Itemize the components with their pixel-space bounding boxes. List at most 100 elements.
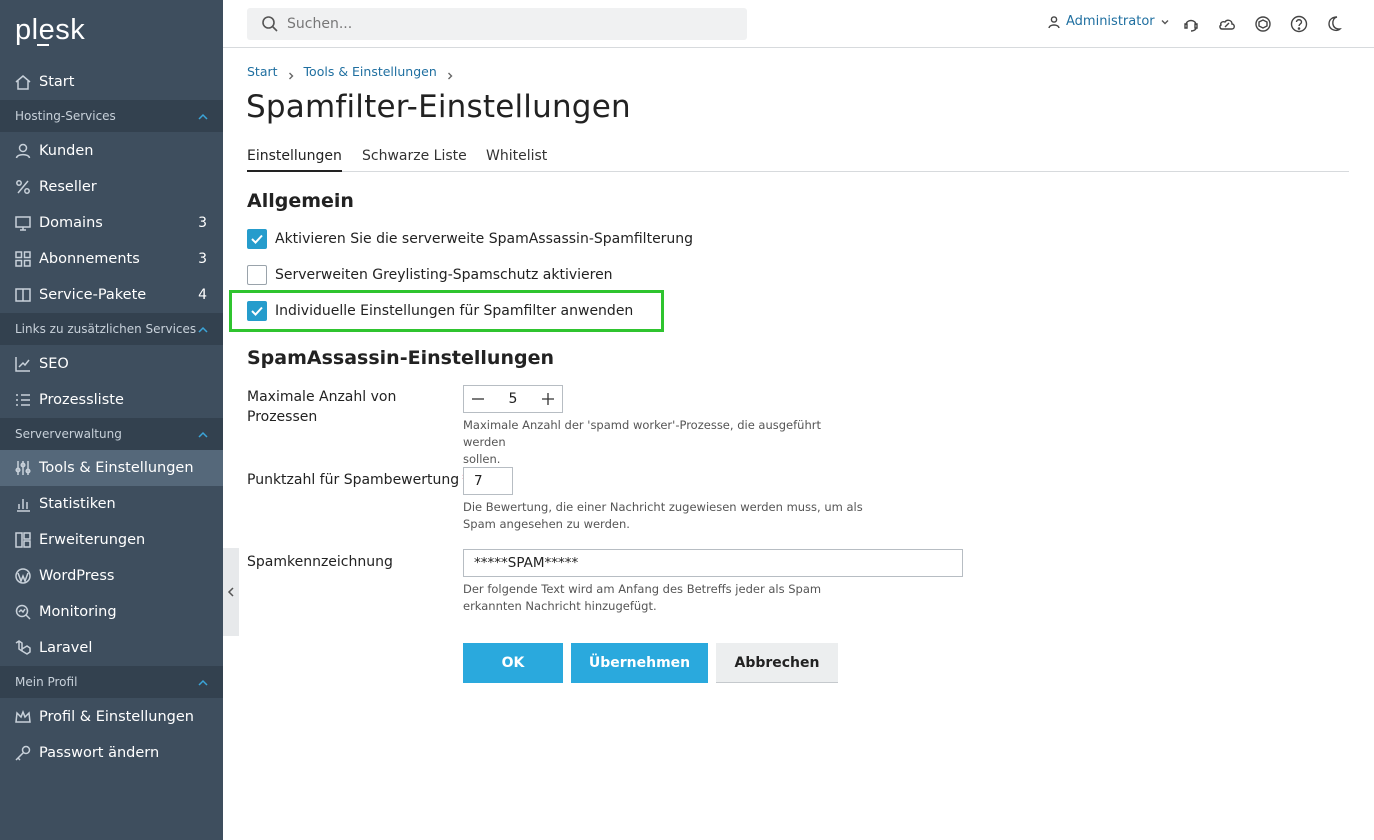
individual-settings-label: Individuelle Einstellungen für Spamfilte… [275, 303, 634, 319]
list-icon [14, 391, 32, 409]
hint-line: sollen. [463, 452, 501, 466]
breadcrumb: Start Tools & Einstellungen [247, 64, 463, 79]
sidebar-item-prozessliste[interactable]: Prozessliste [0, 382, 223, 418]
grid-icon [14, 250, 32, 268]
sidebar-item-abonnements[interactable]: Abonnements 3 [0, 241, 223, 277]
section-heading-spamassassin: SpamAssassin-Einstellungen [247, 347, 554, 369]
sidebar-item-laravel[interactable]: Laravel [0, 630, 223, 666]
chevron-up-icon [198, 677, 208, 687]
sidebar-item-label: Passwort ändern [39, 745, 160, 761]
spam-tag-input[interactable] [463, 549, 963, 577]
sidebar-item-domains[interactable]: Domains 3 [0, 205, 223, 241]
checkbox-row-individual[interactable]: Individuelle Einstellungen für Spamfilte… [247, 300, 633, 322]
sidebar-item-start[interactable]: Start [0, 64, 223, 100]
section-serververwaltung[interactable]: Serververwaltung [0, 418, 223, 450]
chevron-right-icon [287, 68, 295, 79]
hint-line: Die Bewertung, die einer Nachricht zugew… [463, 500, 863, 514]
sidebar-item-profil[interactable]: Profil & Einstellungen [0, 699, 223, 735]
cancel-button[interactable]: Abbrechen [716, 643, 838, 683]
max-processes-value[interactable]: 5 [492, 391, 534, 407]
sidebar-item-erweiterungen[interactable]: Erweiterungen [0, 522, 223, 558]
chevron-right-icon [446, 68, 454, 79]
sidebar-item-label: Erweiterungen [39, 532, 146, 548]
sidebar-item-label: Start [39, 74, 75, 90]
user-icon [1048, 15, 1060, 28]
score-input[interactable] [463, 467, 513, 495]
sidebar-item-service-pakete[interactable]: Service-Pakete 4 [0, 277, 223, 313]
checkbox-row-spamassassin[interactable]: Aktivieren Sie die serverweite SpamAssas… [247, 228, 693, 250]
decrement-button[interactable] [464, 386, 492, 412]
increment-button[interactable] [534, 386, 562, 412]
sidebar-item-label: Profil & Einstellungen [39, 709, 194, 725]
monitoring-icon [14, 603, 32, 621]
sidebar-item-kunden[interactable]: Kunden [0, 133, 223, 169]
section-links[interactable]: Links zu zusätzlichen Services [0, 313, 223, 345]
sidebar-item-label: Domains [39, 215, 103, 231]
dark-mode-icon[interactable] [1325, 14, 1345, 34]
percent-icon [14, 178, 32, 196]
max-processes-label: Maximale Anzahl von Prozessen [247, 387, 396, 427]
sidebar: plesk Start Hosting-Services Kunden Rese… [0, 0, 223, 840]
sliders-icon [14, 459, 32, 477]
laravel-icon [14, 639, 32, 657]
search-box[interactable] [247, 8, 747, 40]
sidebar-item-reseller[interactable]: Reseller [0, 169, 223, 205]
section-mein-profil[interactable]: Mein Profil [0, 666, 223, 698]
max-processes-hint: Maximale Anzahl der 'spamd worker'-Proze… [463, 417, 863, 468]
tab-schwarze-liste[interactable]: Schwarze Liste [362, 148, 467, 170]
home-icon [14, 73, 32, 91]
individual-settings-checkbox[interactable] [247, 301, 267, 321]
plus-icon [542, 393, 554, 405]
help-icon[interactable] [1289, 14, 1309, 34]
sidebar-item-label: Service-Pakete [39, 287, 147, 303]
greylisting-checkbox[interactable] [247, 265, 267, 285]
section-label: Hosting-Services [15, 109, 116, 123]
spam-tag-hint: Der folgende Text wird am Anfang des Bet… [463, 581, 863, 615]
max-processes-label-line: Prozessen [247, 409, 318, 425]
sidebar-item-seo[interactable]: SEO [0, 346, 223, 382]
hint-line: Der folgende Text wird am Anfang des Bet… [463, 582, 822, 596]
sidebar-item-label: Laravel [39, 640, 93, 656]
spam-tag-label: Spamkennzeichnung [247, 554, 393, 570]
user-icon [14, 142, 32, 160]
wordpress-icon [14, 567, 32, 585]
breadcrumb-start[interactable]: Start [247, 64, 278, 79]
sidebar-item-label: Monitoring [39, 604, 117, 620]
tab-whitelist[interactable]: Whitelist [486, 148, 547, 170]
domains-count: 3 [198, 215, 207, 231]
sidebar-item-label: SEO [39, 356, 69, 372]
check-icon [251, 234, 263, 244]
breadcrumb-tools[interactable]: Tools & Einstellungen [304, 64, 437, 79]
sidebar-item-label: Abonnements [39, 251, 140, 267]
sidebar-item-monitoring[interactable]: Monitoring [0, 594, 223, 630]
chevron-up-icon [198, 324, 208, 334]
extension-store-icon[interactable] [1253, 14, 1273, 34]
sidebar-item-tools-einstellungen[interactable]: Tools & Einstellungen [0, 450, 223, 486]
sidebar-item-passwort[interactable]: Passwort ändern [0, 735, 223, 771]
sidebar-collapse-toggle[interactable] [223, 548, 239, 636]
sidebar-item-statistiken[interactable]: Statistiken [0, 486, 223, 522]
cloud-icon[interactable] [1217, 14, 1237, 34]
user-name: Administrator [1066, 14, 1155, 29]
service-pakete-count: 4 [198, 287, 207, 303]
checkbox-row-greylisting[interactable]: Serverweiten Greylisting-Spamschutz akti… [247, 264, 613, 286]
minus-icon [472, 398, 484, 400]
search-input[interactable] [287, 16, 727, 32]
user-menu[interactable]: Administrator [1047, 14, 1174, 29]
search-icon [262, 16, 278, 32]
enable-spamassassin-label: Aktivieren Sie die serverweite SpamAssas… [275, 231, 694, 247]
score-hint: Die Bewertung, die einer Nachricht zugew… [463, 499, 863, 533]
sidebar-item-wordpress[interactable]: WordPress [0, 558, 223, 594]
ok-button[interactable]: OK [463, 643, 563, 683]
apply-button[interactable]: Übernehmen [571, 643, 708, 683]
support-icon[interactable] [1181, 14, 1201, 34]
plesk-logo[interactable]: plesk [15, 14, 85, 47]
chevron-left-icon [227, 587, 234, 597]
hint-line: Spam angesehen zu werden. [463, 517, 630, 531]
logo-underline [37, 44, 49, 46]
section-hosting-services[interactable]: Hosting-Services [0, 100, 223, 132]
enable-spamassassin-checkbox[interactable] [247, 229, 267, 249]
check-icon [251, 306, 263, 316]
abonnements-count: 3 [198, 251, 207, 267]
tab-einstellungen[interactable]: Einstellungen [247, 148, 342, 172]
